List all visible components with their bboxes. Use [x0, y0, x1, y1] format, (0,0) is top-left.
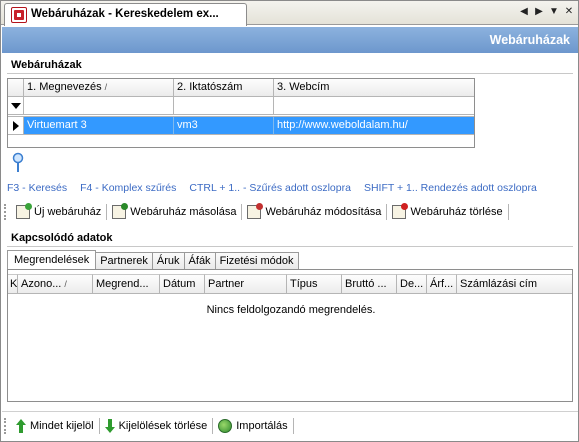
- document-tab-title: Webáruházak - Kereskedelem ex...: [31, 8, 219, 20]
- cell-store-name[interactable]: Virtuemart 3: [24, 117, 174, 135]
- toolbar-separator: [507, 204, 509, 220]
- toolbar-separator: [106, 204, 108, 220]
- keyboard-hints: F3 - Keresés F4 - Komplex szűrés CTRL + …: [7, 182, 575, 194]
- toolbar-separator: [292, 418, 294, 434]
- column-header-id[interactable]: Azono... /: [18, 274, 93, 294]
- tab-partners[interactable]: Partnerek: [95, 252, 153, 269]
- filter-row-indicator[interactable]: [8, 97, 24, 115]
- hint-complex-filter: F4 - Komplex szűrés: [80, 182, 177, 194]
- column-header-type[interactable]: Típus: [287, 274, 342, 294]
- hint-column-sort: SHIFT + 1.. Rendezés adott oszlopra: [363, 182, 537, 194]
- copy-document-icon: [112, 203, 129, 219]
- toolbar-separator: [98, 418, 100, 434]
- column-header-k[interactable]: K: [8, 274, 18, 294]
- bottom-toolbar: Mindet kijelöl Kijelölések törlése Impor…: [4, 414, 295, 438]
- filter-arrow-icon: [11, 103, 21, 109]
- new-store-button[interactable]: Új webáruház: [12, 201, 105, 223]
- document-tab[interactable]: Webáruházak - Kereskedelem ex...: [4, 3, 247, 26]
- clear-selection-button[interactable]: Kijelölések törlése: [101, 415, 212, 437]
- tab-vat[interactable]: Áfák: [183, 252, 216, 269]
- edit-document-icon: [247, 203, 264, 219]
- column-header-code[interactable]: 2. Iktatószám: [174, 79, 274, 97]
- cell-store-code[interactable]: vm3: [174, 117, 274, 135]
- delete-document-icon: [392, 203, 409, 219]
- orders-grid: K Azono... / Megrend... Dátum Partner Típ…: [7, 269, 573, 402]
- column-header-currency[interactable]: De...: [397, 274, 427, 294]
- close-icon[interactable]: ✕: [564, 6, 574, 17]
- filter-cell-name[interactable]: [24, 97, 174, 115]
- cell-store-url[interactable]: http://www.weboldalam.hu/: [274, 117, 474, 135]
- toolbar-grip[interactable]: [4, 418, 8, 434]
- clear-selection-icon: [104, 419, 115, 433]
- stores-grid: 1. Megnevezés/ 2. Iktatószám 3. Webcím V…: [7, 78, 475, 148]
- toolbar-separator: [212, 418, 214, 434]
- stores-grid-header: 1. Megnevezés/ 2. Iktatószám 3. Webcím: [8, 79, 474, 97]
- hint-column-filter: CTRL + 1.. - Szűrés adott oszlopra: [189, 182, 351, 194]
- tab-payment-methods[interactable]: Fizetési módok: [214, 252, 299, 269]
- scroll-right-icon[interactable]: ▶: [534, 6, 544, 17]
- banner-title: Webáruházak: [489, 33, 570, 47]
- column-header-url[interactable]: 3. Webcím: [274, 79, 474, 97]
- stores-section-title: Webáruházak: [11, 59, 82, 71]
- related-section-title: Kapcsolódó adatok: [11, 232, 113, 244]
- empty-message: Nincs feldolgozandó megrendelés.: [206, 304, 376, 316]
- column-header-gross[interactable]: Bruttó ...: [342, 274, 397, 294]
- sort-indicator: /: [64, 279, 67, 289]
- column-header-partner[interactable]: Partner: [205, 274, 287, 294]
- orders-grid-header: K Azono... / Megrend... Dátum Partner Típ…: [8, 274, 572, 294]
- delete-store-button[interactable]: Webáruház törlése: [388, 201, 506, 223]
- column-header-billing-address[interactable]: Számlázási cím: [457, 274, 572, 294]
- hint-search: F3 - Keresés: [7, 182, 68, 194]
- header-banner: Webáruházak: [2, 27, 578, 53]
- toolbar-grip[interactable]: [4, 204, 8, 220]
- filter-cell-code[interactable]: [174, 97, 274, 115]
- column-header-date[interactable]: Dátum: [160, 274, 205, 294]
- grid-corner: [8, 79, 24, 97]
- copy-store-button[interactable]: Webáruház másolása: [108, 201, 240, 223]
- stores-filter-row: [8, 97, 474, 115]
- column-header-name[interactable]: 1. Megnevezés /: [24, 79, 174, 97]
- tab-orders[interactable]: Megrendelések: [7, 250, 97, 269]
- copy-store-label: Webáruház másolása: [130, 206, 237, 218]
- tab-controls: ◀ ▶ ▼ ✕: [519, 6, 574, 17]
- select-all-label: Mindet kijelöl: [30, 420, 94, 432]
- document-tab-strip: Webáruházak - Kereskedelem ex... ◀ ▶ ▼ ✕: [1, 1, 578, 26]
- current-row-icon: [13, 121, 19, 131]
- toolbar-separator: [386, 204, 388, 220]
- dropdown-icon[interactable]: ▼: [549, 6, 559, 17]
- select-all-button[interactable]: Mindet kijelöl: [12, 415, 98, 437]
- import-globe-icon: [218, 419, 233, 433]
- tab-products[interactable]: Áruk: [151, 252, 185, 269]
- column-header-id-label: Azono...: [21, 278, 62, 290]
- stores-toolbar: Új webáruház Webáruház másolása Webáruhá…: [4, 200, 510, 224]
- new-document-icon: [16, 203, 32, 219]
- sort-indicator: /: [104, 82, 108, 92]
- related-tabs: Megrendelések Partnerek Áruk Áfák Fizeté…: [7, 250, 299, 269]
- search-icon[interactable]: [11, 152, 25, 174]
- new-store-label: Új webáruház: [34, 206, 102, 218]
- column-header-rate[interactable]: Árf...: [427, 274, 457, 294]
- edit-store-button[interactable]: Webáruház módosítása: [243, 201, 385, 223]
- stores-section-divider: [7, 73, 573, 74]
- delete-store-label: Webáruház törlése: [410, 206, 503, 218]
- toolbar-separator: [241, 204, 243, 220]
- clear-selection-label: Kijelölések törlése: [118, 420, 208, 432]
- select-all-icon: [16, 419, 26, 433]
- column-header-name-label: 1. Megnevezés: [27, 81, 102, 93]
- row-indicator: [8, 117, 24, 135]
- import-button[interactable]: Importálás: [214, 415, 291, 437]
- column-header-order[interactable]: Megrend...: [93, 274, 160, 294]
- related-section-divider: [7, 246, 573, 247]
- filter-cell-url[interactable]: [274, 97, 474, 115]
- scroll-left-icon[interactable]: ◀: [519, 6, 529, 17]
- edit-store-label: Webáruház módosítása: [265, 206, 382, 218]
- table-row[interactable]: Virtuemart 3 vm3 http://www.weboldalam.h…: [8, 117, 474, 135]
- window-frame: Webáruházak - Kereskedelem ex... ◀ ▶ ▼ ✕…: [0, 0, 579, 442]
- import-label: Importálás: [236, 420, 288, 432]
- webshop-icon: [11, 7, 27, 23]
